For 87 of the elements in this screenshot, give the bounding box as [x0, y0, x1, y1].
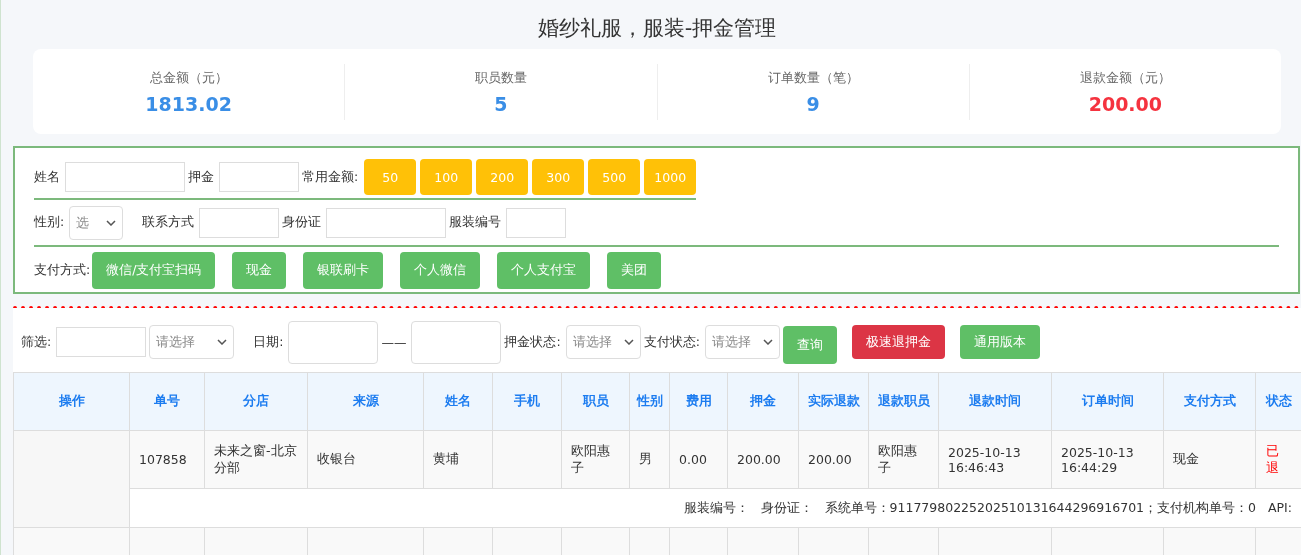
amount-button[interactable]: 500: [588, 159, 641, 195]
stat-label: 退款金额（元）: [1079, 68, 1171, 87]
table-cell: 2025-10-13 16:46:43: [938, 430, 1052, 489]
date-field[interactable]: [288, 320, 379, 364]
stat-value: 1813.02: [145, 92, 232, 115]
stat-label: 总金额（元）: [149, 68, 228, 87]
column-header: 押金: [727, 372, 799, 431]
field-label: 押金: [188, 168, 214, 186]
field-label: 日期:: [253, 333, 284, 351]
action-button[interactable]: 查询: [782, 326, 837, 364]
table-cell: 已退: [1255, 430, 1301, 489]
table-cell: 欧阳惠子: [561, 430, 630, 489]
contact-field[interactable]: [199, 207, 280, 238]
payment-button[interactable]: 银联刷卡: [303, 251, 384, 289]
column-header: 姓名: [423, 372, 493, 431]
table-cell: 男: [629, 430, 670, 489]
table-cell: 欧阳惠子: [868, 430, 939, 489]
stat-value: 200.00: [1088, 92, 1163, 115]
field-label: 服装编号: [449, 214, 502, 231]
field-label: 性别:: [34, 214, 65, 231]
column-header: 职员: [561, 372, 630, 431]
detail-text: 身份证：: [760, 499, 813, 517]
filter-field[interactable]: [56, 327, 147, 357]
column-header: 退款时间: [938, 372, 1052, 431]
column-header: 状态: [1255, 372, 1301, 431]
column-header: 退款职员: [868, 372, 939, 431]
field-label: 支付状态:: [643, 333, 700, 351]
chevron-down-icon: [217, 339, 228, 345]
amount-button[interactable]: 50: [364, 159, 417, 195]
column-header: 费用: [669, 372, 728, 431]
stat-label: 职员数量: [474, 68, 527, 87]
action-button[interactable]: 通用版本: [959, 325, 1040, 359]
payment-button[interactable]: 微信/支付宝扫码: [92, 251, 216, 289]
chevron-down-icon: [762, 339, 773, 345]
field-label: 筛选:: [21, 333, 52, 351]
stat-value: 9: [806, 92, 820, 115]
field-label: 联系方式: [142, 214, 195, 231]
column-header: 手机: [492, 372, 562, 431]
column-header: 来源: [307, 372, 424, 431]
field-label: 身份证: [282, 214, 322, 231]
table-cell: 现金: [1163, 430, 1256, 489]
table-cell: 200.00: [727, 430, 799, 489]
field-label: 常用金额:: [302, 168, 359, 186]
table-cell: 0.00: [669, 430, 728, 489]
name-field[interactable]: [65, 162, 185, 192]
detail-text: 系统单号：91177980225202510131644296916701；支付机构单号：0: [824, 499, 1256, 517]
column-header: 实际退款: [798, 372, 869, 431]
chevron-down-icon: [623, 339, 634, 345]
amount-button[interactable]: 200: [476, 159, 529, 195]
column-header: 性别: [629, 372, 670, 431]
field-label: 押金状态:: [504, 333, 561, 351]
column-header: 支付方式: [1163, 372, 1256, 431]
deposit-status-select[interactable]: 请选择: [565, 325, 641, 359]
column-header: 操作: [13, 372, 130, 431]
table-cell: 收银台: [307, 430, 424, 489]
field-label: 支付方式:: [34, 261, 91, 279]
amount-button[interactable]: 300: [532, 159, 585, 195]
amount-button[interactable]: 100: [420, 159, 473, 195]
pay-status-select[interactable]: 请选择: [704, 325, 780, 359]
gender-select[interactable]: 选: [69, 205, 124, 240]
amount-button[interactable]: 1000: [644, 159, 697, 195]
column-header: 订单时间: [1051, 372, 1164, 431]
action-button[interactable]: 极速退押金: [851, 325, 945, 359]
table-cell: 200.00: [798, 430, 869, 489]
stat-label: 订单数量（笔）: [767, 68, 859, 87]
table-cell: 未来之窗-北京分部: [204, 430, 308, 489]
stat-value: 5: [494, 92, 508, 115]
detail-text: 服装编号：: [683, 499, 749, 517]
page-title: 婚纱礼服，服装-押金管理: [536, 15, 778, 42]
payment-button[interactable]: 现金: [232, 251, 287, 289]
garment-field[interactable]: [506, 207, 567, 238]
payment-button[interactable]: 个人微信: [400, 251, 481, 289]
field-label: 姓名: [34, 168, 60, 186]
payment-button[interactable]: 美团: [607, 251, 662, 289]
column-header: 分店: [204, 372, 308, 431]
date-separator: ——: [381, 334, 407, 350]
date-field[interactable]: [411, 320, 502, 364]
column-header: 单号: [129, 372, 205, 431]
deposit-field[interactable]: [219, 162, 299, 192]
payment-button[interactable]: 个人支付宝: [497, 251, 591, 289]
chevron-down-icon: [106, 219, 117, 226]
detail-text: API:: [1268, 499, 1292, 517]
id-field[interactable]: [326, 207, 447, 238]
filter-select[interactable]: 请选择: [149, 325, 235, 359]
table-cell: 2025-10-13 16:44:29: [1051, 430, 1164, 489]
table-cell: 黄埔: [423, 430, 493, 489]
table-cell: 107858: [129, 430, 205, 489]
